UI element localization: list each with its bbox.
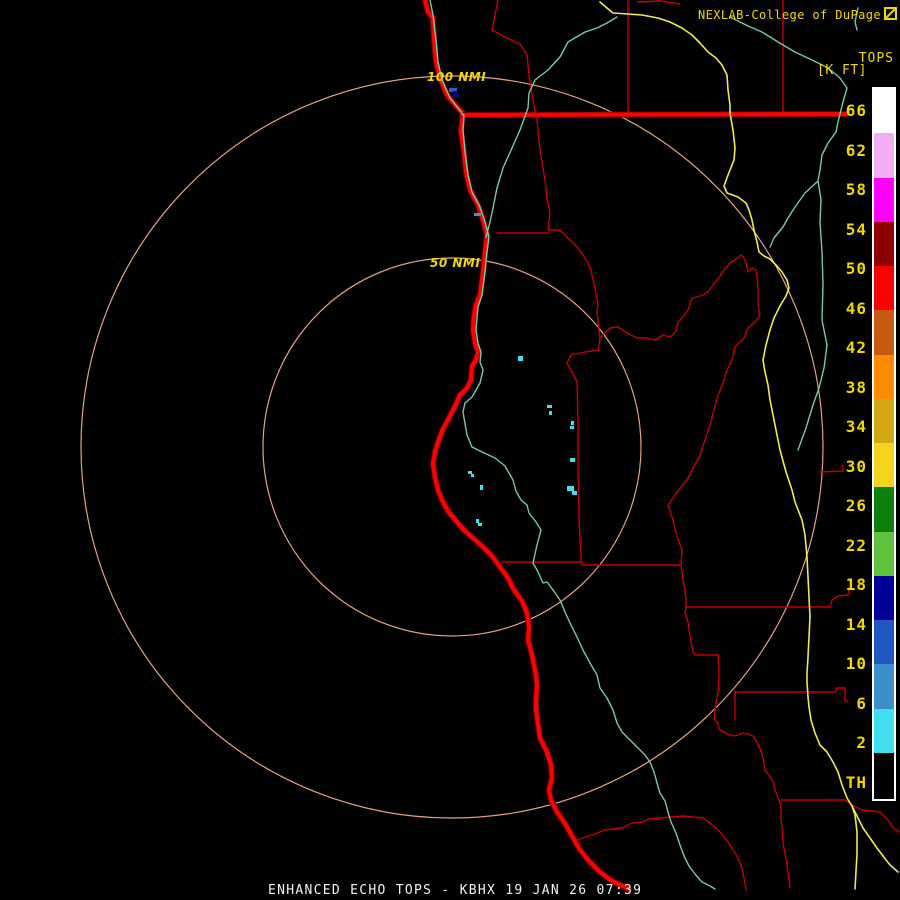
colorbar-label-46: 46: [831, 301, 867, 317]
echo-region-7: [570, 426, 574, 429]
colorbar-segment-34: [874, 443, 894, 487]
county-line-east-boundary: [600, 255, 790, 888]
map-canvas: [0, 0, 900, 900]
brand-title: NEXLAB-College of DuPage: [698, 8, 881, 22]
range-ring-50-nmi: [263, 258, 641, 636]
colorbar-segment-18: [874, 620, 894, 664]
echo-region-13: [480, 485, 483, 490]
colorbar-segment-30: [874, 487, 894, 531]
state-route-fork-east: [852, 806, 898, 872]
echo-region-2: [474, 213, 481, 216]
colorbar-segment-14: [874, 664, 894, 708]
colorbar-label-26: 26: [831, 498, 867, 514]
county-line-top-stub: [638, 1, 680, 4]
echo-region-5: [549, 411, 552, 415]
colorbar-label-54: 54: [831, 222, 867, 238]
colorbar-label-62: 62: [831, 143, 867, 159]
state-route-96: [600, 2, 852, 806]
colorbar-segment-58: [874, 178, 894, 222]
colorbar-label-50: 50: [831, 261, 867, 277]
colorbar-label-2: 2: [831, 735, 867, 751]
colorbar-label-10: 10: [831, 656, 867, 672]
colorbar-segment-42: [874, 355, 894, 399]
colorbar-label-22: 22: [831, 538, 867, 554]
echo-region-10: [572, 491, 577, 495]
range-ring-100-nmi: [81, 76, 823, 818]
colorbar-segment-54: [874, 222, 894, 266]
colorbar-label-58: 58: [831, 182, 867, 198]
echo-region-8: [570, 458, 575, 462]
county-line-south-horizontal: [502, 562, 680, 565]
river-north-branch: [486, 17, 617, 237]
highway-299: [462, 114, 846, 115]
echo-region-15: [478, 523, 482, 526]
colorbar-segment-38: [874, 399, 894, 443]
river-trinity-south-fork: [798, 181, 827, 450]
highway-101: [425, 0, 629, 889]
colorbar-label-th: TH: [831, 775, 867, 791]
colorbar-label-66: 66: [831, 103, 867, 119]
colorbar-segment-50: [874, 266, 894, 310]
echo-region-1: [453, 91, 458, 97]
scale-unit-label: [K FT]: [817, 63, 867, 78]
highway-101-halo: [425, 0, 629, 889]
echo-region-9: [567, 486, 574, 491]
colorbar-label-30: 30: [831, 459, 867, 475]
county-line-central: [492, 0, 600, 562]
state-route-fork-south: [852, 806, 857, 889]
echo-region-4: [547, 405, 552, 408]
colorbar-label-6: 6: [831, 696, 867, 712]
status-caption: ENHANCED ECHO TOPS - KBHX 19 JAN 26 07:3…: [268, 883, 642, 898]
county-line-800: [781, 800, 899, 832]
river-trinity: [730, 17, 847, 247]
echo-region-14: [476, 519, 479, 523]
county-line-607: [686, 588, 849, 607]
colorbar-label-42: 42: [831, 340, 867, 356]
colorbar-segment-26: [874, 532, 894, 576]
echo-region-3: [518, 356, 523, 361]
echo-region-11: [468, 471, 472, 474]
brand-header: NEXLAB-College of DuPage: [698, 5, 897, 24]
echo-region-6: [571, 421, 574, 425]
river-mad: [430, 0, 715, 889]
colorbar-label-38: 38: [831, 380, 867, 396]
colorbar-segment-22: [874, 576, 894, 620]
colorbar-label-18: 18: [831, 577, 867, 593]
colorbar-label-34: 34: [831, 419, 867, 435]
cod-logo-icon: [884, 5, 897, 24]
colorbar-segment-62: [874, 133, 894, 177]
colorbar-segment-10: [874, 709, 894, 753]
colorbar-segment-46: [874, 310, 894, 354]
county-line-southeast: [577, 816, 746, 890]
colorbar-label-14: 14: [831, 617, 867, 633]
range-ring-label-100nmi: 100 NMI: [427, 70, 486, 84]
colorbar-segment-th: [874, 753, 894, 799]
colorbar-segment-66: [874, 89, 894, 133]
radar-display: 100 NMI 50 NMI NEXLAB-College of DuPage …: [0, 0, 900, 900]
echo-region-12: [471, 474, 474, 477]
echo-tops-colorbar: [872, 87, 896, 801]
range-ring-label-50nmi: 50 NMI: [430, 256, 480, 270]
